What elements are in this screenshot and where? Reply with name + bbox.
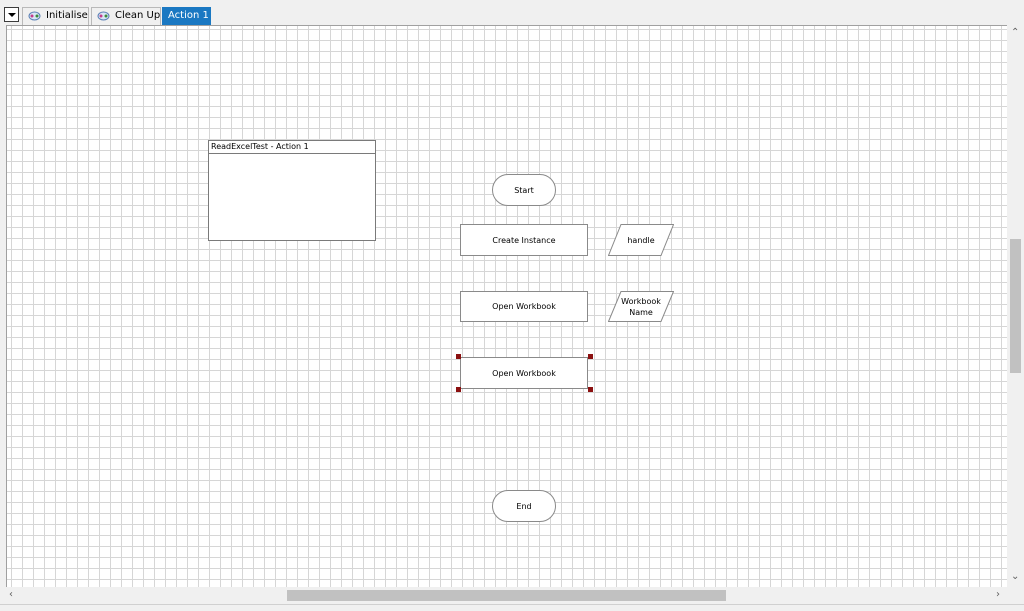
resize-handle[interactable] [588, 354, 593, 359]
status-strip [0, 604, 1024, 611]
tab-label: Clean Up [115, 10, 161, 21]
resize-handle[interactable] [456, 387, 461, 392]
data-item-label: handle [627, 235, 655, 245]
chevron-left-icon[interactable]: ‹ [9, 590, 13, 600]
note-title: ReadExcelTest - Action 1 [209, 141, 375, 154]
start-stage[interactable]: Start [492, 174, 556, 206]
tab-label: Action 1 [168, 10, 209, 21]
horizontal-scrollbar[interactable]: ‹ › [6, 587, 1007, 604]
start-stage-label: Start [514, 185, 534, 195]
resize-handle[interactable] [456, 354, 461, 359]
data-item-workbook-name[interactable]: Workbook Name [608, 291, 674, 322]
tab-dropdown-button[interactable] [4, 7, 19, 22]
horizontal-scroll-thumb[interactable] [287, 590, 726, 601]
vertical-scroll-thumb[interactable] [1010, 239, 1021, 373]
data-item-handle[interactable]: handle [608, 224, 674, 256]
vertical-scrollbar[interactable]: ⌃ ⌄ [1007, 25, 1024, 587]
tab-action-1[interactable]: Action 1 [162, 7, 211, 25]
chevron-right-icon[interactable]: › [996, 590, 1000, 600]
resize-handle[interactable] [588, 387, 593, 392]
scrollbar-corner [1007, 587, 1024, 604]
tab-initialise[interactable]: Initialise [22, 7, 89, 25]
process-diagram-canvas[interactable]: ReadExcelTest - Action 1 Start Create In… [6, 25, 1007, 587]
process-icon [28, 11, 41, 21]
chevron-down-icon[interactable]: ⌄ [1011, 572, 1019, 582]
tab-label: Initialise [46, 10, 88, 21]
chevron-up-icon[interactable]: ⌃ [1011, 28, 1019, 38]
open-workbook-stage-selected[interactable]: Open Workbook [460, 357, 588, 389]
tab-bar: Initialise Clean Up Action 1 [0, 0, 1024, 25]
create-instance-stage[interactable]: Create Instance [460, 224, 588, 256]
tab-clean-up[interactable]: Clean Up [91, 7, 161, 25]
open-workbook-stage[interactable]: Open Workbook [460, 291, 588, 322]
chevron-down-icon [8, 13, 16, 17]
end-stage-label: End [516, 501, 532, 511]
data-item-label: Workbook Name [621, 296, 661, 317]
open-workbook-label: Open Workbook [492, 368, 556, 378]
process-info-note[interactable]: ReadExcelTest - Action 1 [208, 140, 376, 241]
open-workbook-label: Open Workbook [492, 302, 556, 311]
end-stage[interactable]: End [492, 490, 556, 522]
create-instance-label: Create Instance [492, 235, 556, 245]
process-icon [97, 11, 110, 21]
